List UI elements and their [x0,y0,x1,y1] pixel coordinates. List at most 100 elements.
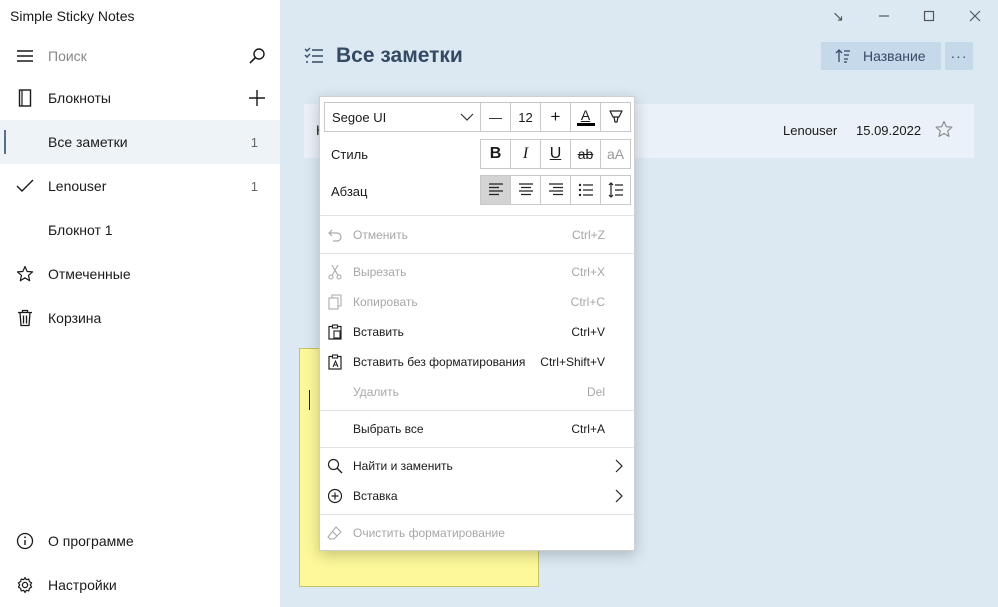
menu-item-shortcut: Del [586,385,605,399]
font-family-select[interactable]: Segoe UI [324,102,481,132]
change-case-button[interactable]: aA [600,139,631,169]
minimize-button[interactable] [872,4,896,28]
maximize-icon [923,10,935,22]
sidebar-item-trash[interactable]: Корзина [0,296,280,340]
menu-item-cut[interactable]: Вырезать Ctrl+X [320,257,634,287]
font-size-increase-button[interactable]: + [540,102,571,132]
menu-item-label: Копировать [353,295,418,309]
chevron-down-icon [460,113,474,121]
search-box[interactable]: Поиск [0,34,280,78]
sidebar-item-all-notes[interactable]: Все заметки 1 [0,120,280,164]
separator [320,215,634,216]
sidebar-item-label: Блокноты [48,90,111,106]
sidebar-item-label: Корзина [48,310,102,326]
strikethrough-icon: ab [577,146,594,162]
note-author: Lenouser [783,123,838,138]
hamburger-icon[interactable] [14,45,36,67]
underline-icon: U [549,145,562,162]
italic-button[interactable]: I [510,139,541,169]
menu-item-shortcut: Ctrl+A [571,422,605,436]
context-menu: Segoe UI — 12 + A Стиль B I U ab aA Абза… [319,96,635,551]
search-input[interactable]: Поиск [48,48,87,64]
note-date: 15.09.2022 [856,123,922,138]
text-caret [309,390,310,410]
bullet-list-button[interactable] [570,175,601,205]
minimize-icon [879,15,889,17]
info-icon [14,530,36,552]
sort-icon [835,49,850,63]
font-color-button[interactable]: A [570,102,601,132]
menu-item-undo[interactable]: Отменить Ctrl+Z [320,220,634,250]
menu-item-copy[interactable]: Копировать Ctrl+C [320,287,634,317]
sidebar-item-starred[interactable]: Отмеченные [0,252,280,296]
separator [320,410,634,411]
paragraph-label: Абзац [331,184,368,199]
sidebar-item-label: О программе [48,533,134,549]
align-left-button[interactable] [480,175,511,205]
menu-item-insert[interactable]: Вставка [320,481,634,511]
bullet-list-icon [578,183,593,197]
minus-icon: — [489,109,502,125]
undo-icon [326,226,344,244]
menu-item-label: Вырезать [353,265,407,279]
line-spacing-icon [608,182,623,198]
eraser-icon [326,524,344,542]
sidebar-item-count: 1 [250,178,258,194]
snap-button[interactable]: ↘ [826,4,850,28]
sidebar-item-notebook-1[interactable]: Блокнот 1 [0,208,280,252]
sidebar-item-lenouser[interactable]: Lenouser 1 [0,164,280,208]
sidebar-item-notebooks[interactable]: Блокноты [0,76,280,120]
more-icon: ··· [950,48,968,64]
search-icon [326,457,344,475]
font-color-icon: A [580,107,591,123]
menu-item-delete[interactable]: Удалить Del [320,377,634,407]
sidebar-item-settings[interactable]: Настройки [0,563,280,607]
sidebar-item-about[interactable]: О программе [0,519,280,563]
menu-item-label: Удалить [353,385,399,399]
maximize-button[interactable] [917,4,941,28]
bold-icon: B [489,145,502,162]
font-size-field[interactable]: 12 [510,102,541,132]
sidebar-item-label: Настройки [48,577,117,593]
menu-item-shortcut: Ctrl+Shift+V [540,355,605,369]
menu-item-clear-formatting[interactable]: Очистить форматирование [320,518,634,548]
align-right-button[interactable] [540,175,571,205]
font-size-decrease-button[interactable]: — [480,102,511,132]
strikethrough-button[interactable]: ab [570,139,601,169]
search-icon[interactable] [246,45,268,67]
copy-icon [326,293,344,311]
highlight-button[interactable] [600,102,631,132]
star-icon[interactable] [934,119,954,139]
chevron-right-icon [615,459,623,473]
underline-button[interactable]: U [540,139,571,169]
menu-item-label: Выбрать все [353,422,424,436]
more-button[interactable]: ··· [945,42,973,70]
close-button[interactable] [963,4,987,28]
menu-item-select-all[interactable]: Выбрать все Ctrl+A [320,414,634,444]
sort-label: Название [863,48,926,64]
sort-button[interactable]: Название [821,42,941,70]
font-size-value: 12 [518,109,533,125]
add-notebook-icon[interactable] [246,87,268,109]
align-center-button[interactable] [510,175,541,205]
scissors-icon [326,263,344,281]
menu-item-paste-plain[interactable]: Вставить без форматирования Ctrl+Shift+V [320,347,634,377]
menu-item-find-replace[interactable]: Найти и заменить [320,451,634,481]
bold-button[interactable]: B [480,139,511,169]
menu-item-label: Отменить [353,228,408,242]
menu-item-shortcut: Ctrl+X [571,265,605,279]
menu-item-shortcut: Ctrl+Z [572,228,605,242]
check-icon [14,175,36,197]
chevron-right-icon [615,489,623,503]
align-left-icon [488,183,503,196]
change-case-icon: aA [606,146,625,162]
menu-item-label: Очистить форматирование [353,526,505,540]
page-title: Все заметки [336,44,463,67]
snap-icon: ↘ [832,7,844,24]
sidebar-item-count: 1 [250,134,258,150]
menu-item-shortcut: Ctrl+V [571,325,605,339]
menu-item-label: Вставить без форматирования [353,355,526,369]
line-spacing-button[interactable] [600,175,631,205]
menu-item-paste[interactable]: Вставить Ctrl+V [320,317,634,347]
trash-icon [14,307,36,329]
